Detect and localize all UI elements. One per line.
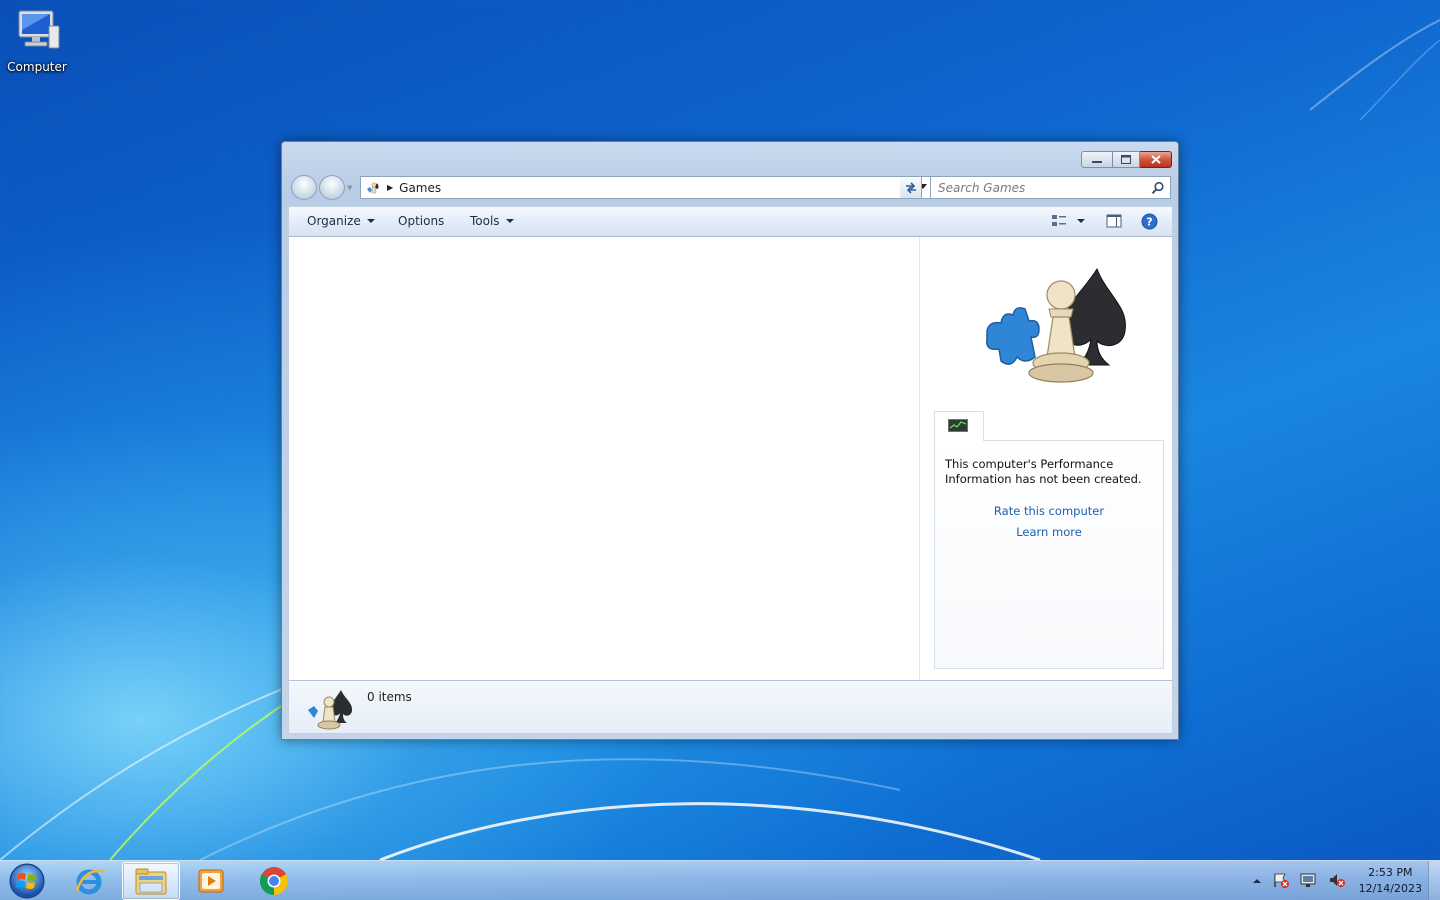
recent-pages-dropdown[interactable]: ▼ <box>347 184 352 192</box>
details-pane: 0 items <box>288 680 1173 734</box>
maximize-icon <box>1121 155 1131 164</box>
content-area: This computer's Performance Information … <box>288 237 1173 680</box>
performance-message: This computer's Performance Information … <box>945 457 1142 486</box>
desktop-icon-computer[interactable]: Computer <box>6 8 68 74</box>
system-clock[interactable]: 2:53 PM 12/14/2023 <box>1359 865 1422 897</box>
taskbar-internet-explorer[interactable] <box>60 862 118 900</box>
internet-explorer-icon <box>75 869 104 895</box>
windows-media-player-icon <box>198 869 224 893</box>
chevron-down-icon <box>366 219 375 223</box>
computer-icon <box>18 10 60 49</box>
navigation-row: ▼ ▶ Games <box>290 174 1172 200</box>
search-icon <box>1151 181 1164 194</box>
rate-this-computer-link[interactable]: Rate this computer <box>934 504 1164 518</box>
view-options-icon <box>1052 215 1085 226</box>
taskbar-google-chrome[interactable] <box>245 862 303 900</box>
windows-start-orb-icon <box>9 863 45 899</box>
clock-time: 2:53 PM <box>1368 866 1413 879</box>
search-box[interactable] <box>930 176 1171 199</box>
refresh-button[interactable] <box>900 176 922 199</box>
performance-meter-icon <box>948 419 968 432</box>
minimize-button[interactable] <box>1081 151 1113 168</box>
breadcrumb-games[interactable]: Games <box>399 181 441 195</box>
options-label: Options <box>398 214 445 228</box>
close-button[interactable] <box>1140 151 1172 168</box>
options-button[interactable]: Options <box>398 214 444 228</box>
action-center-flag-icon <box>1273 873 1289 888</box>
show-desktop-button[interactable] <box>1428 861 1440 900</box>
network-icon <box>1300 873 1316 887</box>
chrome-icon <box>260 867 288 895</box>
chevron-up-icon <box>1252 879 1261 883</box>
games-icon <box>367 182 379 193</box>
games-list-pane[interactable] <box>289 237 920 680</box>
refresh-icon <box>905 181 916 194</box>
taskbar-windows-explorer[interactable] <box>122 862 180 900</box>
start-button[interactable] <box>6 862 48 900</box>
tools-label: Tools <box>470 214 500 228</box>
windows-explorer-icon <box>135 868 167 895</box>
svg-text:?: ? <box>1146 216 1152 229</box>
help-button[interactable]: ? <box>1141 213 1158 233</box>
tools-menu[interactable]: Tools <box>470 214 514 228</box>
maximize-button[interactable] <box>1113 151 1140 168</box>
volume-tray[interactable] <box>1328 872 1346 891</box>
item-count: 0 items <box>367 690 412 704</box>
preview-pane-button[interactable] <box>1106 213 1122 232</box>
address-bar[interactable]: ▶ Games <box>360 176 932 199</box>
forward-button[interactable] <box>319 175 345 200</box>
search-input[interactable] <box>931 180 1141 195</box>
taskbar: 2:53 PM 12/14/2023 <box>0 860 1440 900</box>
learn-more-link[interactable]: Learn more <box>934 525 1164 539</box>
help-icon: ? <box>1141 213 1158 230</box>
organize-menu[interactable]: Organize <box>307 214 375 228</box>
game-preview-pane: This computer's Performance Information … <box>921 237 1172 680</box>
breadcrumb-separator[interactable]: ▶ <box>387 183 393 192</box>
window-controls <box>1081 151 1172 168</box>
notification-area: 2:53 PM 12/14/2023 <box>1247 861 1428 900</box>
games-explorer-window: ▼ ▶ Games Or <box>281 141 1179 740</box>
minimize-icon <box>1092 160 1102 163</box>
taskbar-windows-media-player[interactable] <box>182 862 240 900</box>
volume-muted-icon <box>1329 873 1345 887</box>
games-hero-icon <box>986 267 1126 383</box>
performance-info-panel: This computer's Performance Information … <box>934 440 1164 669</box>
action-center-tray[interactable] <box>1272 872 1290 891</box>
desktop-icon-label: Computer <box>7 60 67 74</box>
show-hidden-icons-button[interactable] <box>1252 874 1262 888</box>
performance-tab[interactable] <box>934 411 984 441</box>
change-view-button[interactable] <box>1051 213 1089 232</box>
network-tray[interactable] <box>1300 872 1318 891</box>
clock-date: 12/14/2023 <box>1358 882 1422 895</box>
chevron-down-icon <box>505 219 514 223</box>
back-button[interactable] <box>291 175 317 200</box>
games-small-icon <box>308 690 353 730</box>
close-icon <box>1150 155 1161 164</box>
organize-label: Organize <box>307 214 361 228</box>
preview-pane-icon <box>1106 214 1122 228</box>
command-bar: Organize Options Tools ? <box>288 206 1173 237</box>
